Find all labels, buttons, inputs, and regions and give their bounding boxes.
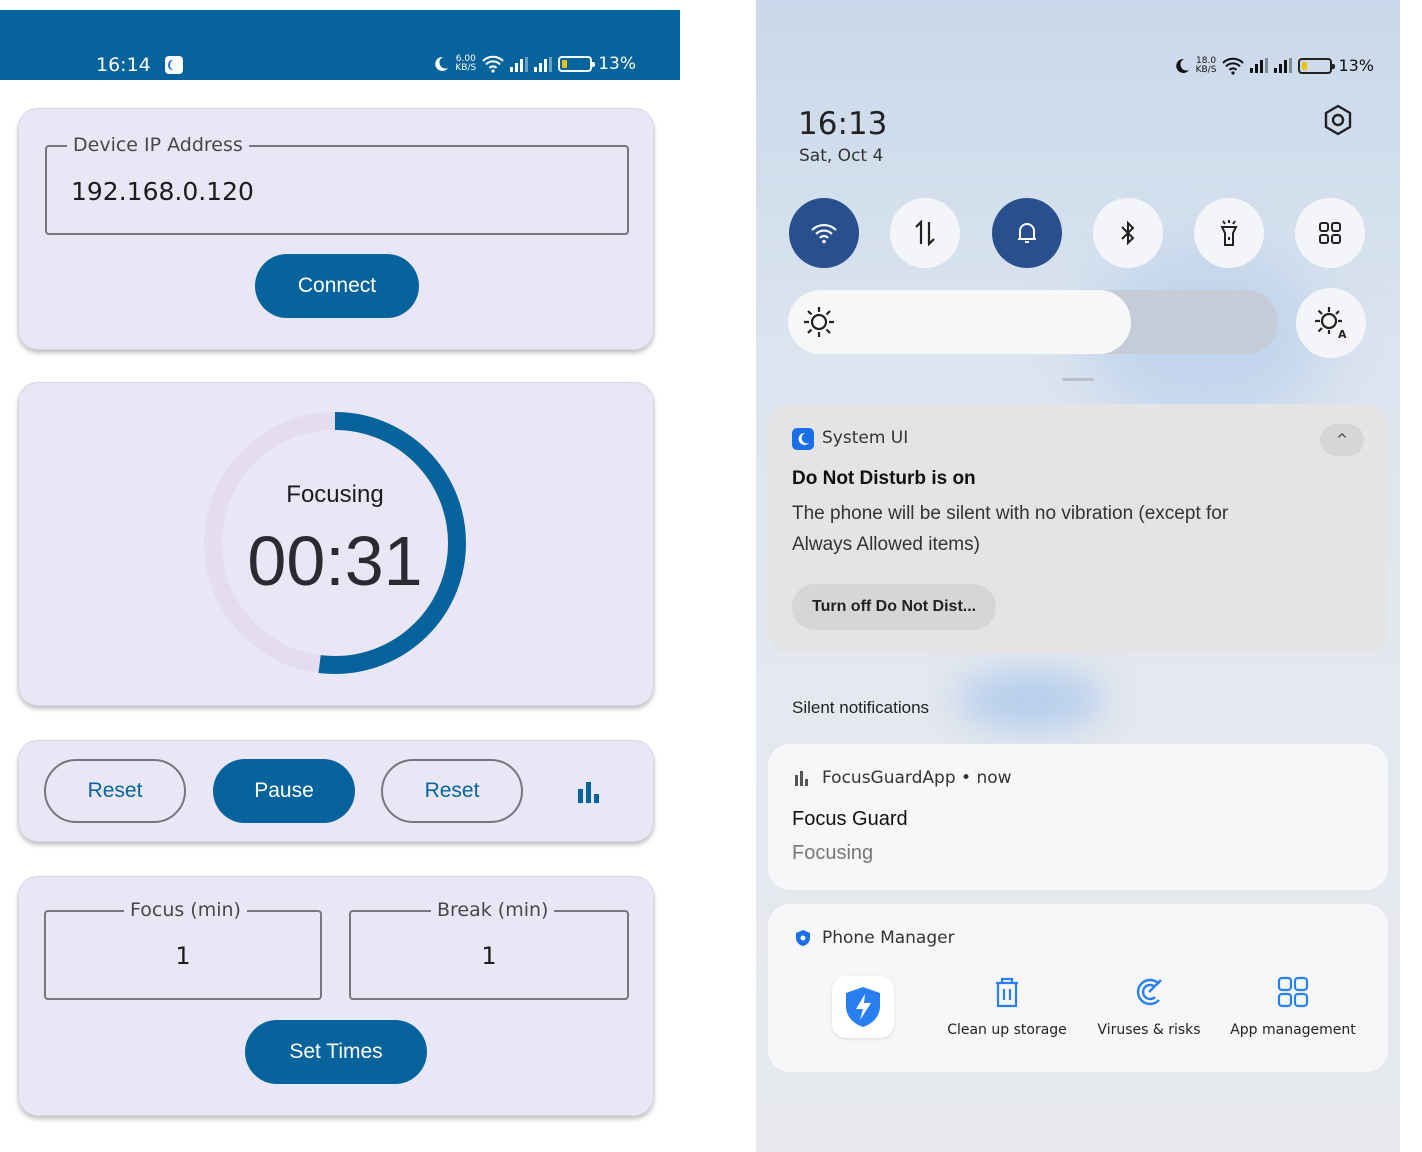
sound-tile[interactable] [992, 198, 1062, 268]
shade-clock: 16:13 [798, 106, 888, 142]
signal-2-icon [1274, 58, 1293, 73]
trash-icon [996, 977, 1018, 1008]
status-time: 16:14 [96, 54, 151, 76]
timer-card: Focusing 00:31 [18, 382, 654, 706]
battery-percent: 13% [598, 54, 636, 74]
notif-body: Focusing [792, 842, 874, 864]
phone-manager-title: Phone Manager [822, 928, 955, 948]
timer-countdown: 00:31 [247, 522, 423, 600]
wifi-icon [811, 223, 837, 244]
clean-up-storage-button[interactable]: Clean up storage [932, 974, 1082, 1038]
settings-icon[interactable] [1322, 104, 1354, 136]
shade-date: Sat, Oct 4 [799, 146, 884, 166]
flashlight-tile[interactable] [1194, 198, 1264, 268]
battery-icon [558, 56, 596, 72]
bar-chart-icon[interactable] [577, 781, 601, 803]
turn-off-dnd-button[interactable]: Turn off Do Not Dist... [792, 584, 997, 630]
viruses-risks-button[interactable]: Viruses & risks [1074, 974, 1224, 1038]
mobile-data-tile[interactable] [890, 198, 960, 268]
system-ui-icon [792, 428, 814, 450]
timer-state-label: Focusing [286, 481, 384, 508]
notif-title: Focus Guard [792, 808, 908, 830]
bell-icon [1018, 223, 1036, 243]
app-management-button[interactable]: App management [1218, 974, 1368, 1038]
time-settings-card: Focus (min) 1 Break (min) 1 Set Times [18, 876, 654, 1116]
notif-body: The phone will be silent with no vibrati… [792, 503, 1229, 555]
dnd-app-icon [165, 56, 183, 74]
network-speed: 6.00 KB/S [455, 54, 477, 73]
sun-icon [804, 307, 834, 337]
auto-brightness-button[interactable]: A [1296, 288, 1366, 358]
reset-button-right[interactable]: Reset [381, 759, 523, 823]
focus-minutes-field[interactable]: Focus (min) 1 [44, 899, 322, 1000]
break-minutes-value[interactable]: 1 [351, 942, 627, 970]
silent-notifications-header: Silent notifications [792, 698, 930, 717]
bluetooth-tile[interactable] [1093, 198, 1163, 268]
ip-address-label: Device IP Address [67, 134, 249, 156]
signal-1-icon [510, 56, 529, 72]
ip-address-value[interactable]: 192.168.0.120 [71, 177, 254, 206]
set-times-button[interactable]: Set Times [245, 1020, 427, 1084]
notif-app-name: System UI [822, 428, 909, 448]
notification-shade: 18.0 KB/S 13% 16:13 Sat, Oct 4 A System … [756, 0, 1400, 1152]
status-icons-shade: 18.0 KB/S 13% [1174, 56, 1374, 75]
shield-bolt-icon [846, 987, 880, 1027]
auto-brightness-icon: A [1315, 307, 1347, 340]
break-minutes-field[interactable]: Break (min) 1 [349, 899, 629, 1000]
brightness-level [788, 290, 1131, 354]
notif-app-line: FocusGuardApp • now [822, 768, 1012, 788]
focus-app-screen: 16:14 6.00 KB/S 13% Device IP Address 192… [0, 0, 680, 1152]
collapse-button[interactable]: ^ [1320, 424, 1364, 456]
reset-button-left[interactable]: Reset [44, 759, 186, 823]
moon-icon [435, 56, 449, 71]
chevron-up-icon: ^ [1336, 432, 1348, 448]
brightness-slider[interactable] [788, 290, 1278, 354]
dnd-notification[interactable]: System UI ^ Do Not Disturb is on The pho… [768, 404, 1388, 654]
network-speed: 18.0 KB/S [1195, 55, 1217, 75]
phone-manager-card[interactable]: Phone Manager Clean up storage Viruses &… [768, 904, 1388, 1072]
mobile-data-icon [915, 220, 935, 246]
signal-1-icon [1250, 58, 1269, 73]
status-icons: 6.00 KB/S 13% [433, 54, 636, 74]
pause-button[interactable]: Pause [213, 759, 355, 823]
phone-manager-badge[interactable] [832, 976, 894, 1038]
wifi-tile[interactable] [789, 198, 859, 268]
virus-scan-icon [1136, 978, 1162, 1006]
wifi-icon [482, 55, 504, 73]
signal-2-icon [534, 56, 553, 72]
status-bar: 16:14 6.00 KB/S 13% [0, 10, 680, 80]
break-minutes-label: Break (min) [431, 899, 555, 921]
connect-button[interactable]: Connect [255, 254, 419, 318]
bar-chart-icon [795, 771, 808, 786]
flashlight-icon [1220, 220, 1238, 246]
ip-address-field[interactable]: Device IP Address 192.168.0.120 [45, 134, 629, 235]
battery-percent: 13% [1338, 56, 1374, 75]
wifi-icon [1222, 57, 1245, 75]
controls-card: Reset Pause Reset [18, 740, 654, 842]
notif-title: Do Not Disturb is on [792, 468, 976, 489]
app-grid-icon [1277, 976, 1309, 1008]
bluetooth-icon [1121, 220, 1135, 246]
shield-icon [796, 930, 810, 946]
more-tiles-tile[interactable] [1295, 198, 1365, 268]
moon-icon [1175, 58, 1189, 73]
shade-drag-handle[interactable] [1062, 378, 1094, 381]
focus-minutes-label: Focus (min) [124, 899, 247, 921]
battery-icon [1298, 57, 1336, 74]
focus-guard-notification[interactable]: FocusGuardApp • now Focus Guard Focusing [768, 744, 1388, 890]
focus-minutes-value[interactable]: 1 [46, 942, 320, 970]
connection-card: Device IP Address 192.168.0.120 Connect [18, 108, 654, 350]
grid-icon [1319, 222, 1341, 244]
svg-text:A: A [1338, 328, 1347, 340]
